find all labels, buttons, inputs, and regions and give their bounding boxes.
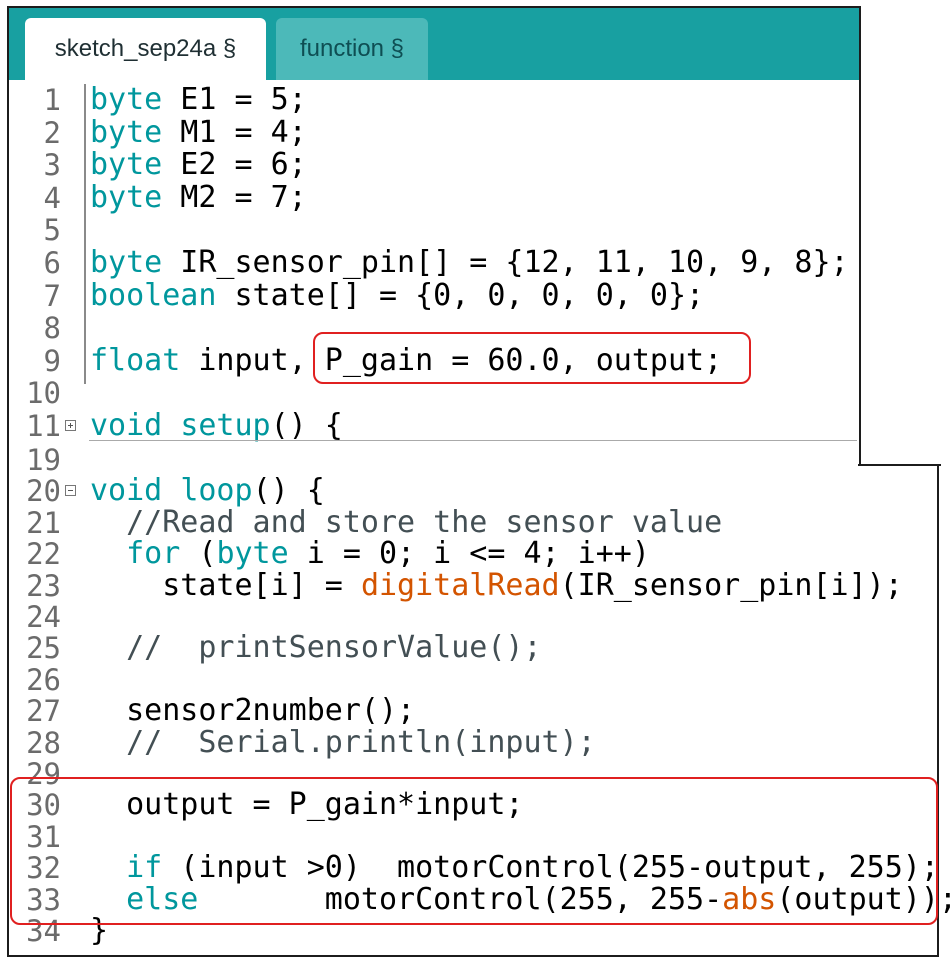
code-text: boolean state[] = {0, 0, 0, 0, 0}; — [90, 277, 705, 313]
tab-bar: sketch_sep24a § function § — [9, 8, 859, 80]
code-line-20[interactable]: 20 void loop() { — [9, 475, 937, 508]
line-number: 7 — [43, 278, 61, 313]
code-line-1[interactable]: 1 byte E1 = 5; — [9, 82, 859, 117]
code-text: byte E1 = 5; — [90, 82, 307, 117]
line-number: 27 — [26, 694, 61, 729]
code-line-5[interactable]: 5 — [9, 214, 859, 247]
line-number: 33 — [26, 882, 61, 917]
code-line-34[interactable]: 34} — [9, 913, 937, 948]
code-line-4[interactable]: 4 byte M2 = 7; — [9, 179, 859, 215]
code-text: // Serial.println(input); — [90, 724, 596, 760]
code-text: byte IR_sensor_pin[] = {12, 11, 10, 9, 8… — [90, 245, 849, 280]
code-line-26[interactable]: 26 — [9, 664, 937, 697]
code-text: } — [90, 913, 109, 948]
line-number: 2 — [43, 115, 61, 150]
code-text: else motorControl(255, 255-abs(output)); — [126, 881, 951, 917]
tab-sketch-sep24a[interactable]: sketch_sep24a § — [25, 18, 266, 80]
code-line-31[interactable]: 31 — [9, 821, 937, 854]
code-text: output = P_gain*input; — [90, 787, 524, 823]
line-number: 28 — [26, 725, 61, 760]
code-text: byte E2 = 6; — [90, 147, 307, 183]
code-line-7[interactable]: 7 boolean state[] = {0, 0, 0, 0, 0}; — [9, 277, 859, 313]
code-line-24[interactable]: 24 — [9, 601, 937, 634]
code-text: for (byte i = 0; i <= 4; i++) — [126, 536, 650, 572]
line-number: 31 — [26, 819, 61, 854]
code-text: byte M2 = 7; — [90, 179, 307, 215]
line-number: 29 — [26, 757, 61, 791]
line-number: 3 — [43, 148, 61, 183]
code-text: //Read and store the sensor value — [90, 504, 723, 540]
code-text: if (input >0) motorControl(255-output, 2… — [126, 850, 939, 886]
line-number: 23 — [26, 568, 61, 603]
line-number: 4 — [43, 180, 61, 215]
code-line-29[interactable]: 29 — [9, 758, 937, 791]
code-line-19[interactable]: 19 — [9, 444, 937, 477]
code-text: sensor2number(); — [90, 693, 416, 729]
code-text: void loop() { — [90, 473, 325, 509]
line-number: 20 — [26, 474, 61, 509]
line-number: 10 — [26, 376, 61, 411]
code-line-25[interactable]: 25 // printSensorValue(); — [9, 632, 937, 665]
code-line-6[interactable]: 6 byte IR_sensor_pin[] = {12, 11, 10, 9, … — [9, 245, 859, 280]
code-line-8[interactable]: 8 — [9, 312, 859, 345]
line-number: 5 — [43, 213, 61, 248]
line-number: 19 — [26, 443, 61, 477]
code-text: state[i] = digitalRead(IR_sensor_pin[i])… — [90, 567, 903, 603]
code-line-33[interactable]: 33 else motorControl(255, 255-abs(output… — [9, 882, 951, 917]
code-line-30[interactable]: 30 output = P_gain*input; — [9, 789, 937, 822]
loop-code-panel: 19 20 void loop() {21 //Read and store the… — [7, 444, 951, 957]
code-line-32[interactable]: 32 if (input >0) motorControl(255-output… — [9, 850, 939, 886]
code-line-10[interactable]: 10 — [9, 377, 859, 410]
line-number: 6 — [43, 246, 61, 280]
code-line-9[interactable]: 9 float input, P_gain = 60.0, output; — [9, 342, 859, 378]
code-line-21[interactable]: 21 //Read and store the sensor value — [9, 504, 937, 540]
fold-collapse-icon[interactable] — [65, 485, 76, 497]
line-number: 26 — [26, 662, 61, 697]
code-text: void setup() { — [90, 408, 343, 443]
code-text: // printSensorValue(); — [90, 630, 542, 666]
line-number: 30 — [26, 788, 61, 823]
fold-separator — [89, 440, 857, 441]
line-number: 32 — [26, 851, 61, 886]
line-number: 11 — [26, 409, 61, 443]
line-number: 34 — [26, 914, 61, 948]
tab-function[interactable]: function § — [276, 18, 428, 80]
line-number: 8 — [43, 311, 61, 346]
line-number: 1 — [43, 83, 61, 117]
line-number: 24 — [26, 600, 61, 634]
code-line-2[interactable]: 2 byte M1 = 4; — [9, 114, 859, 150]
code-line-11[interactable]: 11 void setup() { — [9, 408, 859, 443]
code-line-22[interactable]: 22 for (byte i = 0; i <= 4; i++) — [9, 536, 937, 572]
line-number: 9 — [43, 343, 61, 378]
code-text: byte M1 = 4; — [90, 114, 307, 150]
line-number: 22 — [26, 537, 61, 572]
sketch-editor-panel: sketch_sep24a § function § 1 byte E1 = 5;… — [7, 6, 861, 466]
code-line-28[interactable]: 28 // Serial.println(input); — [9, 724, 937, 760]
code-line-23[interactable]: 23 state[i] = digitalRead(IR_sensor_pin[… — [9, 567, 937, 603]
line-number: 21 — [26, 505, 61, 540]
code-text: float input, P_gain = 60.0, output; — [90, 342, 723, 378]
line-number: 25 — [26, 631, 61, 666]
code-line-27[interactable]: 27 sensor2number(); — [9, 693, 937, 729]
fold-expand-icon[interactable] — [65, 420, 76, 431]
code-line-3[interactable]: 3 byte E2 = 6; — [9, 147, 859, 183]
